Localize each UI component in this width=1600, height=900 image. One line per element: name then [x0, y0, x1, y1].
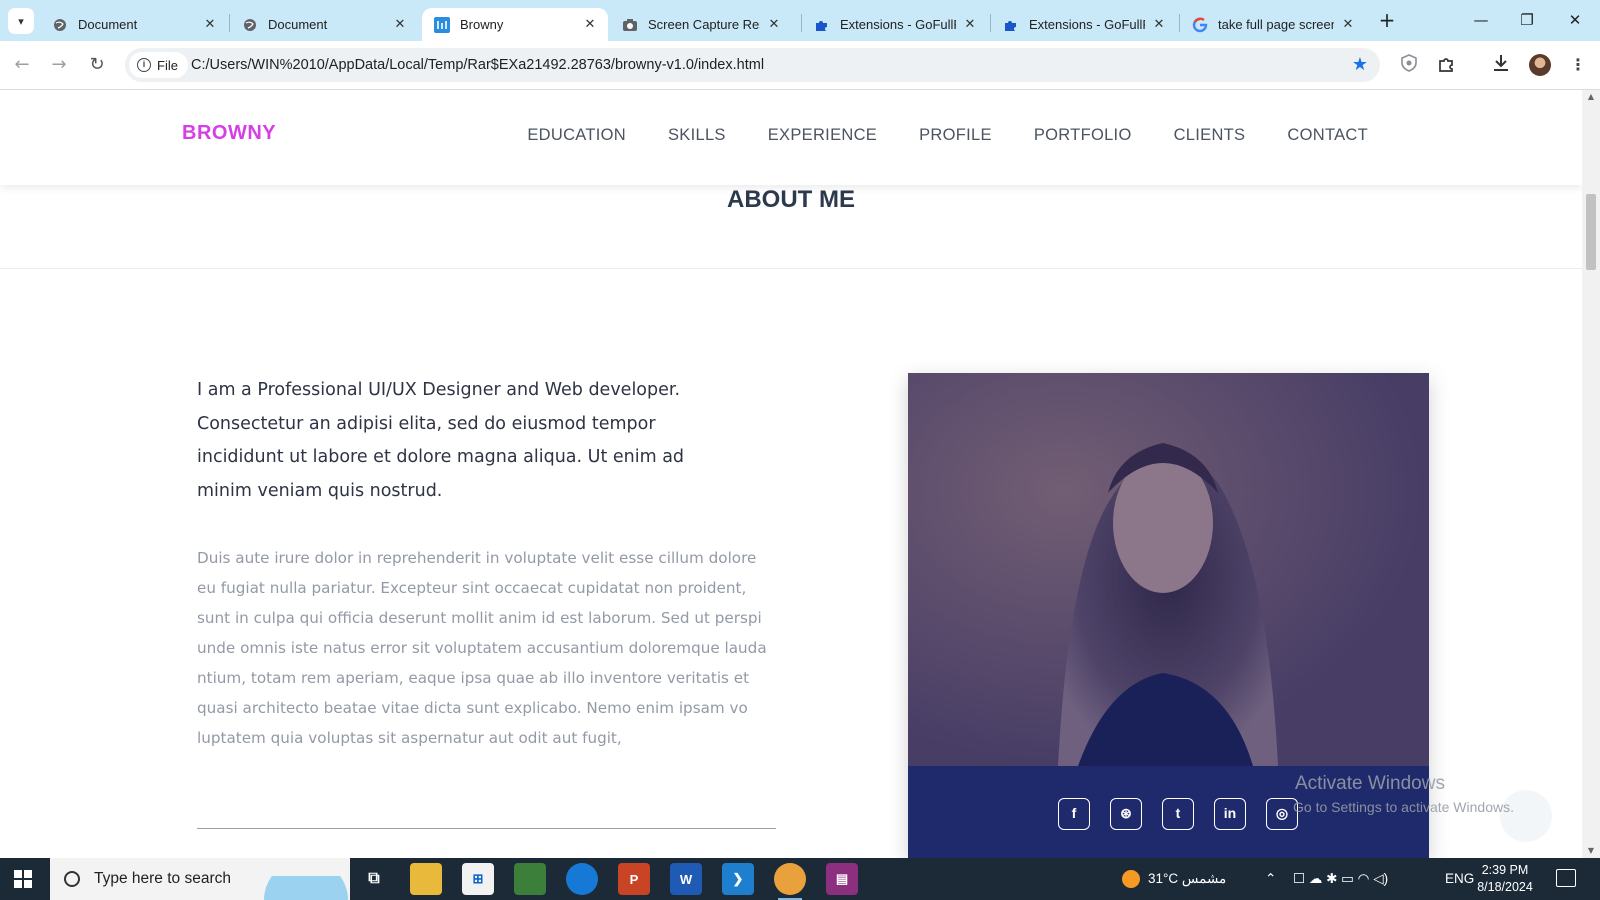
sun-weather-icon	[1122, 870, 1140, 889]
linkedin-icon[interactable]: in	[1214, 798, 1246, 830]
scroll-up-arrow-icon[interactable]: ▲	[1586, 92, 1596, 101]
scrollbar-thumb[interactable]	[1586, 194, 1596, 270]
tab-close-icon[interactable]: ✕	[1340, 17, 1356, 33]
task-view-icon[interactable]: ⧉	[358, 863, 390, 895]
photo-overlay	[908, 373, 1429, 766]
tray-icons[interactable]: ☐ ☁ ✱ ▭ ◠ ◁)	[1293, 858, 1388, 900]
search-icon	[64, 871, 80, 887]
back-arrow-icon[interactable]: ←	[10, 53, 34, 77]
page-viewport: BROWNY EDUCATION SKILLS EXPERIENCE PROFI…	[0, 90, 1582, 858]
chevron-down-icon: ▾	[18, 14, 24, 28]
new-tab-plus-icon[interactable]: +	[1375, 9, 1399, 33]
download-icon[interactable]	[1490, 54, 1512, 76]
tab-search-button[interactable]: ▾	[8, 8, 34, 34]
browser-tab[interactable]: Screen Capture Result ✕	[610, 8, 792, 41]
site-nav: EDUCATION SKILLS EXPERIENCE PROFILE PORT…	[527, 126, 1368, 145]
address-bar[interactable]: i File C:/Users/WIN%2010/AppData/Local/T…	[125, 48, 1380, 82]
chrome-icon[interactable]	[774, 863, 806, 900]
browser-toolbar: ← → ↻ i File C:/Users/WIN%2010/AppData/L…	[0, 41, 1600, 90]
notification-center-icon[interactable]	[1556, 869, 1576, 887]
network-app-icon[interactable]	[514, 863, 546, 895]
microsoft-store-icon[interactable]: ⊞	[462, 863, 494, 895]
minimize-icon[interactable]: —	[1458, 8, 1504, 32]
browser-tab[interactable]: Extensions - GoFullPage ✕	[802, 8, 988, 41]
reload-icon[interactable]: ↻	[85, 53, 109, 77]
tray-chevron-up-icon[interactable]: ⌃	[1265, 858, 1276, 900]
about-body-text: Duis aute irure dolor in reprehenderit i…	[197, 549, 767, 747]
about-lead-text: I am a Professional UI/UX Designer and W…	[197, 380, 685, 501]
activate-windows-title: Activate Windows	[1295, 773, 1445, 794]
vscode-icon[interactable]: ❯	[722, 863, 754, 895]
tab-close-icon[interactable]: ✕	[582, 17, 598, 33]
profile-photo	[908, 373, 1429, 766]
site-info-chip[interactable]: i File	[129, 52, 188, 78]
browser-tab[interactable]: take full page screen ✕	[1180, 8, 1366, 41]
puzzle-icon	[814, 17, 830, 33]
bookmark-star-icon[interactable]: ★	[1352, 54, 1368, 75]
nav-experience[interactable]: EXPERIENCE	[768, 126, 877, 145]
weather-widget[interactable]: 31°C مشمس	[1122, 858, 1226, 900]
scroll-down-arrow-icon[interactable]: ▼	[1586, 846, 1596, 855]
tab-close-icon[interactable]: ✕	[202, 17, 218, 33]
page-scrollbar[interactable]: ▲ ▼	[1582, 90, 1600, 858]
windows-start-icon[interactable]	[14, 870, 32, 888]
facebook-icon[interactable]: f	[1058, 798, 1090, 830]
nav-portfolio[interactable]: PORTFOLIO	[1034, 126, 1132, 145]
tab-close-icon[interactable]: ✕	[392, 17, 408, 33]
site-logo[interactable]: BROWNY	[182, 122, 276, 145]
content-divider	[197, 828, 776, 829]
tab-close-icon[interactable]: ✕	[766, 17, 782, 33]
floating-scroll-button[interactable]	[1500, 790, 1552, 842]
camera-icon	[622, 17, 638, 33]
nav-clients[interactable]: CLIENTS	[1174, 126, 1246, 145]
site-header: BROWNY EDUCATION SKILLS EXPERIENCE PROFI…	[0, 90, 1582, 185]
tab-close-icon[interactable]: ✕	[1151, 17, 1167, 33]
dribbble-icon[interactable]: ⊛	[1110, 798, 1142, 830]
winrar-icon[interactable]: ▤	[826, 863, 858, 895]
shield-extension-icon[interactable]	[1398, 54, 1420, 76]
info-icon: i	[137, 58, 151, 72]
browser-tab[interactable]: Document ✕	[230, 8, 418, 41]
taskbar-clock[interactable]: 2:39 PM 8/18/2024	[1460, 862, 1550, 896]
globe-icon	[52, 17, 68, 33]
nav-contact[interactable]: CONTACT	[1287, 126, 1368, 145]
nav-skills[interactable]: SKILLS	[668, 126, 726, 145]
forward-arrow-icon[interactable]: →	[47, 53, 71, 77]
browser-tab[interactable]: Document ✕	[40, 8, 228, 41]
browser-tab-strip: ▾ Document ✕ Document ✕ Browny ✕ Screen …	[0, 0, 1600, 41]
word-icon[interactable]: W	[670, 863, 702, 895]
section-title: ABOUT ME	[727, 186, 855, 213]
extensions-puzzle-icon[interactable]	[1436, 54, 1458, 76]
windows-taskbar: Type here to search ⧉ ⊞ P W ❯ ▤ 31°C مشم…	[0, 858, 1600, 900]
section-divider	[0, 268, 1582, 269]
puzzle-icon	[1003, 17, 1019, 33]
browser-tab[interactable]: Extensions - GoFullPage ✕	[991, 8, 1177, 41]
browser-tab-active[interactable]: Browny ✕	[422, 8, 608, 41]
globe-icon	[242, 17, 258, 33]
nav-education[interactable]: EDUCATION	[527, 126, 626, 145]
edge-browser-icon[interactable]	[566, 863, 598, 895]
twitter-icon[interactable]: t	[1162, 798, 1194, 830]
url-text[interactable]: C:/Users/WIN%2010/AppData/Local/Temp/Rar…	[191, 48, 764, 82]
activate-windows-subtitle: Go to Settings to activate Windows.	[1293, 799, 1514, 815]
close-window-icon[interactable]: ✕	[1552, 8, 1598, 32]
nav-profile[interactable]: PROFILE	[919, 126, 992, 145]
profile-avatar[interactable]	[1529, 54, 1551, 76]
powerpoint-icon[interactable]: P	[618, 863, 650, 895]
file-explorer-icon[interactable]	[410, 863, 442, 895]
menu-kebab-icon[interactable]: ⋮	[1567, 54, 1589, 76]
google-icon	[1192, 17, 1208, 33]
tab-close-icon[interactable]: ✕	[962, 17, 978, 33]
restore-icon[interactable]: ❐	[1504, 8, 1550, 32]
site-favicon-icon	[434, 16, 450, 33]
